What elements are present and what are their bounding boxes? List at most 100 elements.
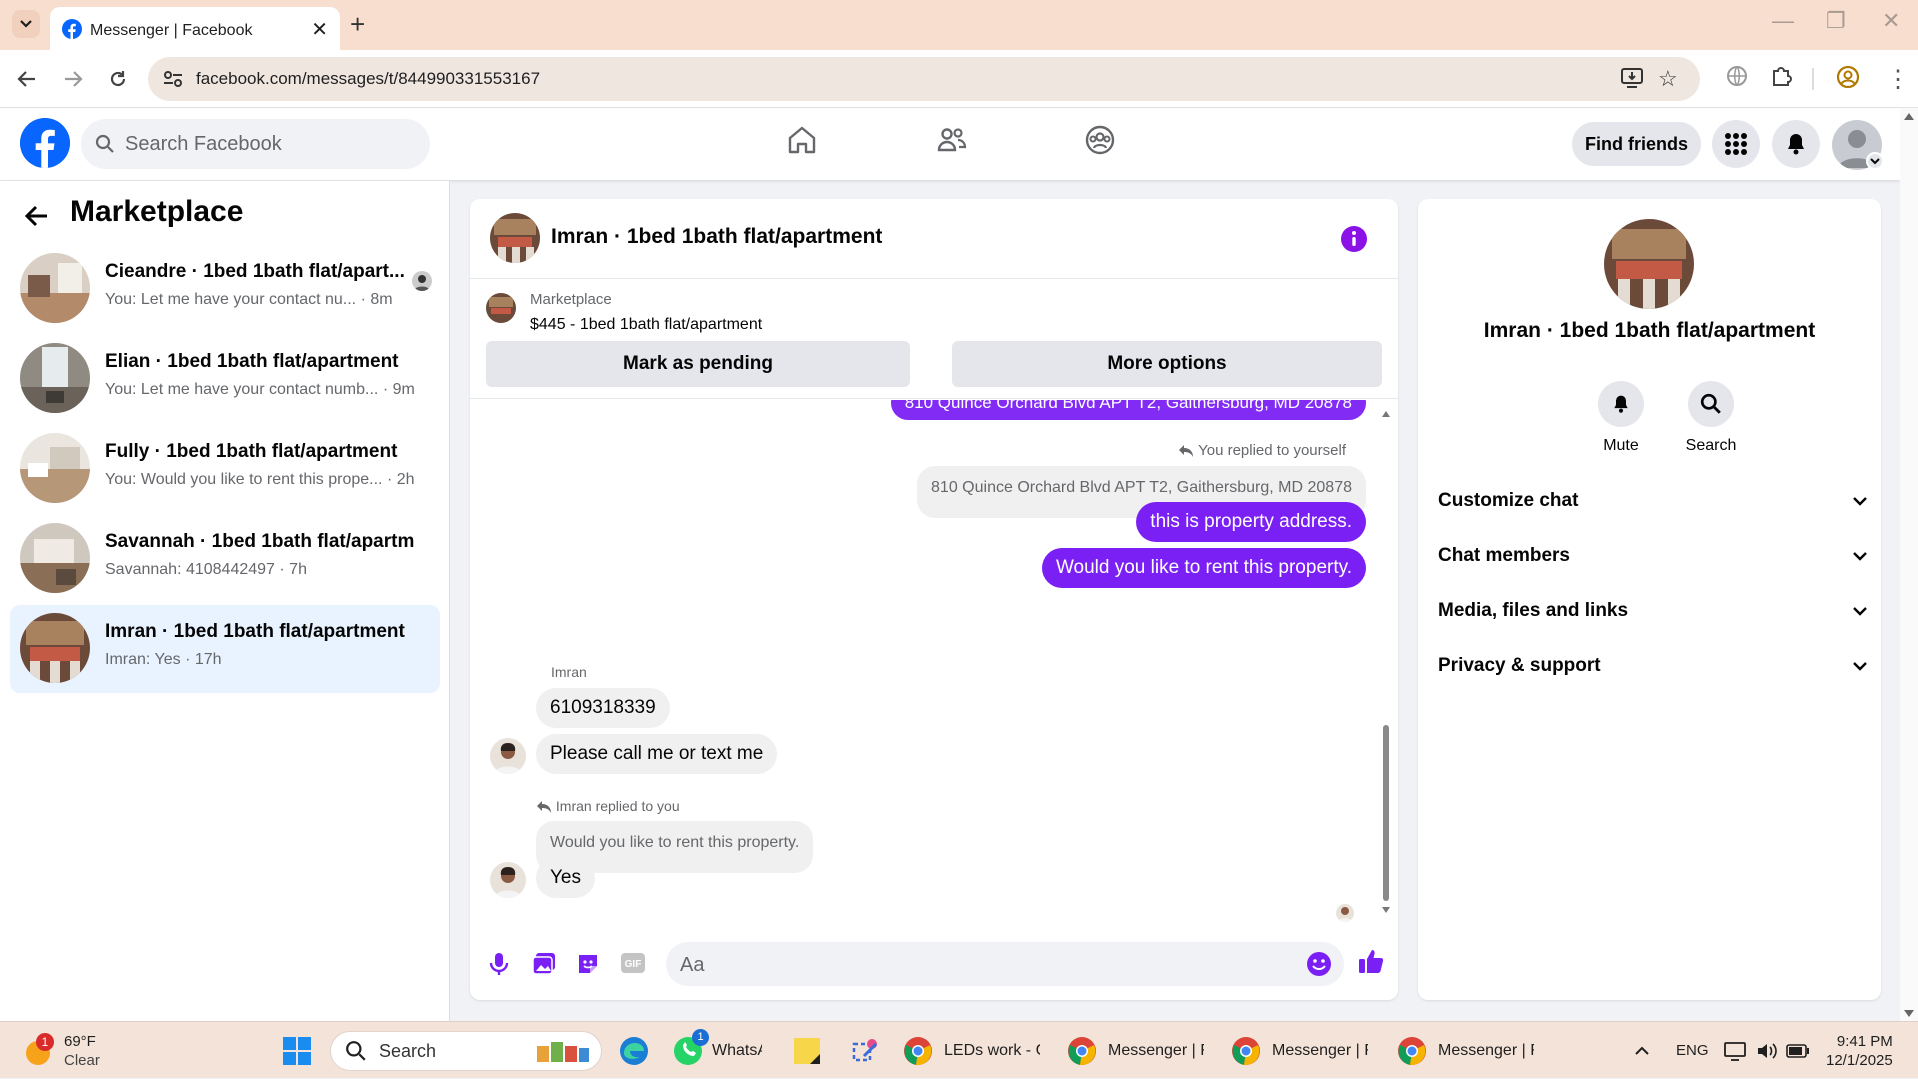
photo-icon[interactable] xyxy=(532,952,556,976)
search-icon xyxy=(1688,381,1734,427)
restore-icon[interactable]: ❐ xyxy=(1826,8,1846,34)
language-indicator[interactable]: ENG xyxy=(1676,1022,1709,1079)
back-button[interactable] xyxy=(12,64,42,94)
taskbar-chrome-leds[interactable]: LEDs work - Gc xyxy=(902,1022,1040,1079)
conversation-preview: Savannah: 4108442497 · 7h xyxy=(105,561,307,578)
translate-globe-icon[interactable] xyxy=(1726,65,1748,87)
tab-title: Messenger | Facebook xyxy=(90,22,253,39)
groups-nav-button[interactable] xyxy=(1084,124,1116,156)
message-incoming[interactable]: Please call me or text me xyxy=(536,734,778,774)
weather-widget[interactable]: 1 69°F Clear xyxy=(22,1022,100,1079)
taskbar-search[interactable]: Search xyxy=(330,1031,602,1071)
volume-icon[interactable] xyxy=(1756,1022,1778,1079)
taskbar-whatsapp[interactable]: 1 WhatsAp xyxy=(672,1022,762,1079)
friends-nav-button[interactable] xyxy=(936,124,968,156)
chat-members-section[interactable]: Chat members xyxy=(1438,536,1868,576)
account-chevron-icon[interactable] xyxy=(1866,152,1884,170)
conversation-item[interactable]: Cieandre · 1bed 1bath flat/apart... You:… xyxy=(10,245,440,333)
chat-title[interactable]: Imran · 1bed 1bath flat/apartment xyxy=(551,225,882,249)
battery-icon[interactable] xyxy=(1786,1022,1810,1079)
sender-avatar[interactable] xyxy=(490,862,526,898)
show-hidden-icons-button[interactable] xyxy=(1634,1022,1650,1079)
app-label: Messenger | Fa xyxy=(1108,1041,1204,1059)
clock[interactable]: 9:41 PM 12/1/2025 xyxy=(1826,1022,1893,1079)
message-incoming[interactable]: Yes xyxy=(536,858,595,898)
find-friends-button[interactable]: Find friends xyxy=(1572,122,1701,166)
taskbar-chrome-messenger[interactable]: Messenger | Fa xyxy=(1396,1022,1534,1079)
tab-close-icon[interactable]: ✕ xyxy=(311,17,328,42)
weather-desc: Clear xyxy=(64,1051,100,1069)
reload-icon xyxy=(110,71,126,87)
media-files-links-section[interactable]: Media, files and links xyxy=(1438,591,1868,631)
conversation-preview: Imran: Yes · 17h xyxy=(105,651,222,668)
weather-sun-icon: 1 xyxy=(22,1032,58,1069)
reload-button[interactable] xyxy=(103,64,133,94)
microphone-icon[interactable] xyxy=(488,952,510,976)
conversation-item[interactable]: Savannah · 1bed 1bath flat/apartm... Sav… xyxy=(10,515,440,603)
gif-icon[interactable]: GIF xyxy=(620,952,646,974)
taskbar-chrome-messenger[interactable]: Messenger | Fa xyxy=(1230,1022,1368,1079)
more-options-button[interactable]: More options xyxy=(952,341,1382,387)
facebook-logo[interactable] xyxy=(20,118,70,168)
message-input[interactable]: Aa xyxy=(666,942,1344,986)
thumbs-up-icon[interactable] xyxy=(1357,947,1385,975)
privacy-support-section[interactable]: Privacy & support xyxy=(1438,646,1868,686)
network-icon[interactable] xyxy=(1724,1022,1746,1079)
taskbar-chrome-messenger[interactable]: Messenger | Fa xyxy=(1066,1022,1204,1079)
chat-avatar[interactable] xyxy=(490,213,540,263)
snipping-tool-icon[interactable] xyxy=(850,1022,880,1079)
bookmark-star-icon[interactable]: ☆ xyxy=(1658,66,1678,92)
back-arrow-button[interactable] xyxy=(24,203,50,229)
new-tab-button[interactable]: + xyxy=(350,10,365,38)
chrome-icon xyxy=(1068,1036,1096,1065)
message-outgoing[interactable]: this is property address. xyxy=(1136,502,1366,542)
sticky-notes-icon[interactable] xyxy=(792,1022,822,1079)
forward-button[interactable] xyxy=(58,64,88,94)
conversation-item-active[interactable]: Imran · 1bed 1bath flat/apartment Imran:… xyxy=(10,605,440,693)
details-avatar[interactable] xyxy=(1604,219,1694,309)
conversation-item[interactable]: Elian · 1bed 1bath flat/apartment You: L… xyxy=(10,335,440,423)
seen-by-avatar xyxy=(1336,904,1354,922)
home-nav-button[interactable] xyxy=(786,124,818,156)
start-button[interactable] xyxy=(282,1022,312,1079)
url-text: facebook.com/messages/t/844990331553167 xyxy=(196,69,541,88)
mute-button[interactable]: Mute xyxy=(1581,381,1661,455)
message-outgoing[interactable]: Would you like to rent this property. xyxy=(1041,548,1366,588)
message-outgoing-cut[interactable]: 810 Quince Orchard Blvd APT T2, Gaithers… xyxy=(890,400,1366,420)
search-in-chat-button[interactable]: Search xyxy=(1671,381,1751,455)
message-scrollbar[interactable] xyxy=(1380,407,1392,917)
mark-as-pending-button[interactable]: Mark as pending xyxy=(486,341,910,387)
info-icon[interactable] xyxy=(1340,225,1368,253)
tab-search-dropdown-button[interactable] xyxy=(12,10,40,38)
sticker-icon[interactable] xyxy=(576,952,600,976)
chrome-icon xyxy=(1232,1036,1260,1065)
sender-avatar[interactable] xyxy=(490,738,526,774)
message-thread: 810 Quince Orchard Blvd APT T2, Gaithers… xyxy=(470,400,1398,925)
toolbar-divider xyxy=(1812,68,1814,90)
conversation-item[interactable]: Fully · 1bed 1bath flat/apartment You: W… xyxy=(10,425,440,513)
close-window-icon[interactable]: ✕ xyxy=(1882,8,1900,34)
facebook-search-input[interactable]: Search Facebook xyxy=(81,119,430,169)
emoji-icon[interactable] xyxy=(1306,951,1332,977)
conversation-name: Cieandre · 1bed 1bath flat/apart... xyxy=(105,261,405,282)
page-scrollbar[interactable] xyxy=(1900,108,1918,1021)
listing-avatar xyxy=(20,523,90,593)
browser-menu-icon[interactable]: ⋮ xyxy=(1886,65,1910,94)
listing-title[interactable]: $445 - 1bed 1bath flat/apartment xyxy=(530,316,762,334)
site-settings-icon[interactable] xyxy=(162,68,184,90)
edge-browser-icon[interactable] xyxy=(618,1022,650,1079)
whatsapp-label: WhatsAp xyxy=(712,1041,762,1059)
weather-temp: 69°F xyxy=(64,1032,96,1050)
notifications-button[interactable] xyxy=(1772,120,1820,168)
address-bar[interactable]: facebook.com/messages/t/844990331553167 … xyxy=(148,57,1700,101)
message-incoming[interactable]: 6109318339 xyxy=(536,688,670,728)
extensions-puzzle-icon[interactable] xyxy=(1770,65,1792,87)
profile-icon[interactable] xyxy=(1836,65,1860,89)
install-app-icon[interactable] xyxy=(1620,67,1644,89)
minimize-icon[interactable]: — xyxy=(1772,8,1794,34)
bell-icon xyxy=(1598,381,1644,427)
browser-tab-messenger[interactable]: Messenger | Facebook ✕ xyxy=(50,7,340,50)
menu-button[interactable] xyxy=(1712,120,1760,168)
customize-chat-section[interactable]: Customize chat xyxy=(1438,481,1868,521)
listing-thumbnail[interactable] xyxy=(486,293,516,323)
